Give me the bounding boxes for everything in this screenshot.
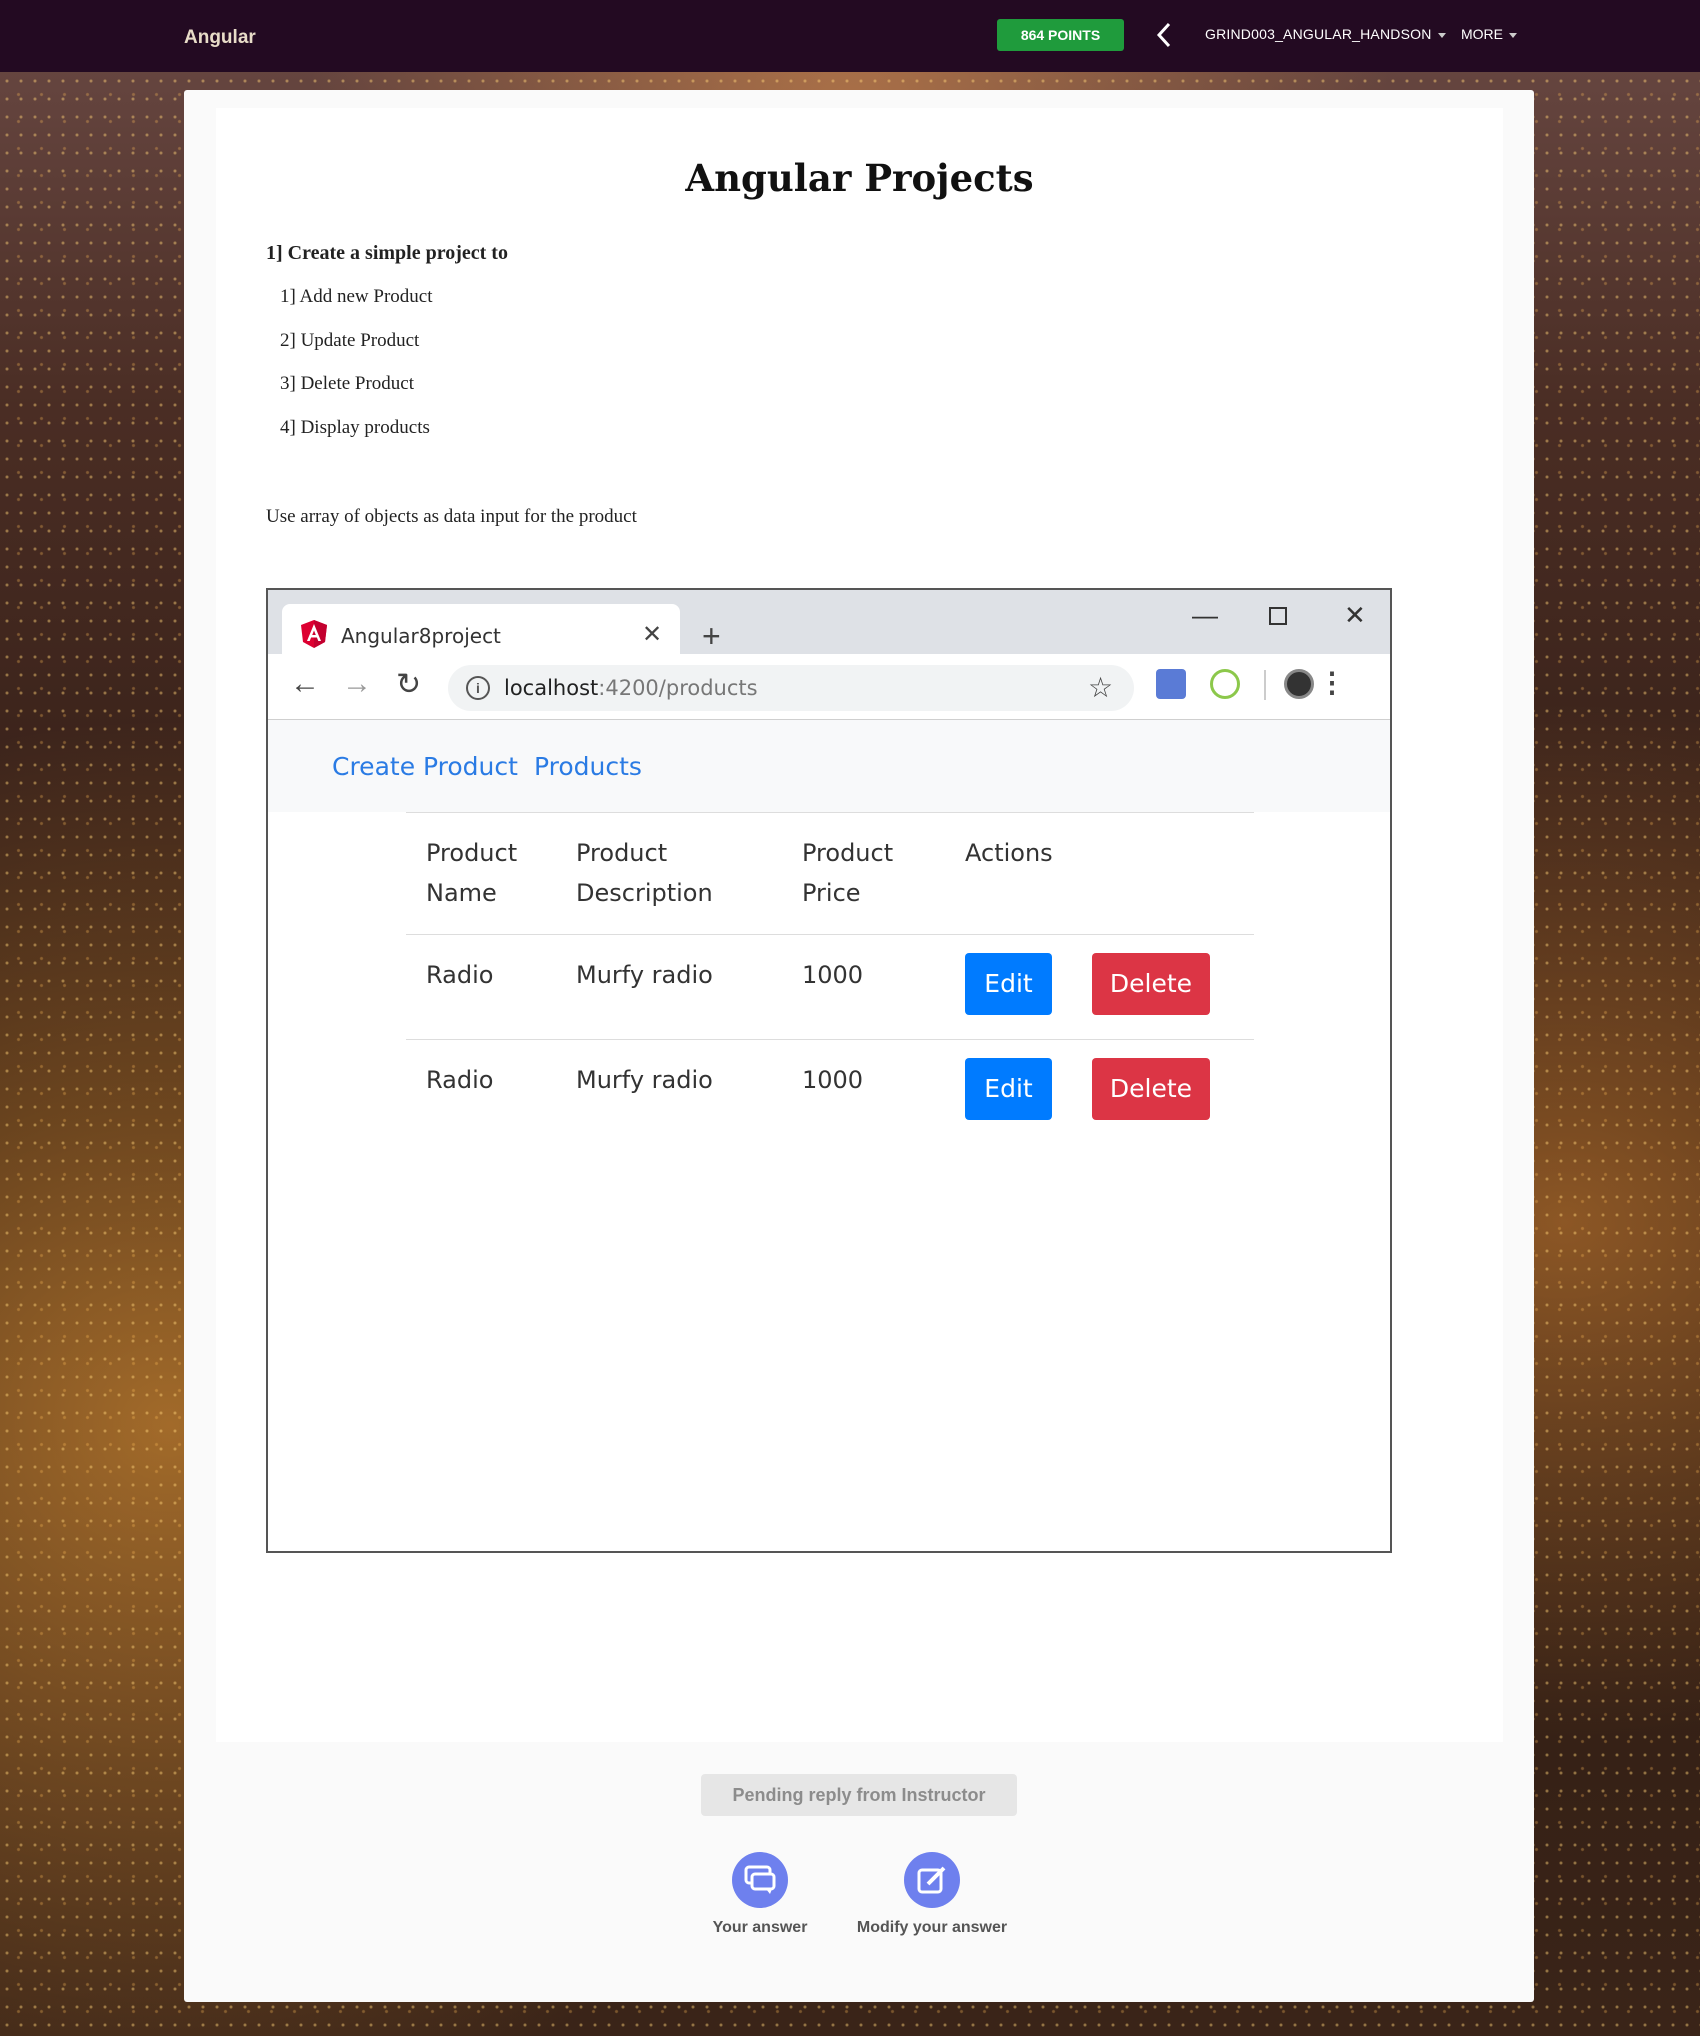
question-card: Angular Projects 1] Create a simple proj…	[184, 90, 1534, 2002]
products-link: Products	[534, 752, 642, 781]
more-menu[interactable]: MORE	[1461, 26, 1517, 42]
column-header: Actions	[965, 839, 1053, 867]
angular-logo-icon	[300, 619, 328, 649]
more-menu-label: MORE	[1461, 26, 1503, 42]
product-price-cell: 1000	[802, 1066, 864, 1094]
arrow-right-icon: →	[342, 667, 372, 700]
product-price-cell: 1000	[802, 961, 864, 989]
url-path: :4200/products	[598, 676, 758, 700]
reload-icon: ↻	[396, 668, 422, 701]
arrow-left-icon: ←	[290, 667, 320, 700]
toolbar-divider	[1264, 670, 1266, 700]
edit-pencil-icon	[917, 1866, 946, 1894]
points-badge[interactable]: 864 POINTS	[997, 19, 1124, 51]
chat-bubbles-icon	[744, 1865, 776, 1894]
modify-answer-label[interactable]: Modify your answer	[852, 1919, 1012, 1937]
your-answer-label[interactable]: Your answer	[690, 1919, 830, 1937]
product-description-cell: Murfy radio	[576, 961, 713, 989]
minimize-icon: —	[1192, 600, 1218, 630]
info-icon: i	[466, 676, 490, 700]
plus-icon: +	[702, 618, 721, 654]
browser-screenshot: Angular8project ✕ + — ✕ ← → ↻ i localhos…	[266, 588, 1392, 1553]
nodejs-extension-icon	[1210, 669, 1240, 699]
pending-status-button[interactable]: Pending reply from Instructor	[701, 1774, 1017, 1816]
browser-tab-strip: Angular8project ✕ + — ✕ ← → ↻ i localhos…	[268, 590, 1390, 720]
table-header-row: Product Name Product Description Product Pr…	[406, 813, 1254, 935]
question-note: Use array of objects as data input for t…	[266, 506, 637, 527]
url-host: localhost	[504, 676, 599, 700]
extension-icon	[1156, 669, 1186, 699]
question-item: 1] Add new Product	[280, 286, 433, 307]
edit-button: Edit	[965, 953, 1052, 1015]
url-bar: i localhost:4200/products ☆	[448, 665, 1134, 711]
delete-button: Delete	[1092, 953, 1210, 1015]
your-answer-button[interactable]	[732, 1852, 788, 1908]
column-header: Product Name	[426, 839, 518, 907]
product-name-cell: Radio	[426, 1066, 494, 1094]
maximize-icon	[1268, 602, 1288, 633]
caret-down-icon	[1437, 32, 1446, 38]
products-table: Product Name Product Description Product Pr…	[406, 812, 1254, 1145]
profile-avatar	[1284, 669, 1314, 699]
url-text: localhost:4200/products	[504, 676, 758, 700]
product-name-cell: Radio	[426, 961, 494, 989]
question-item: 3] Delete Product	[280, 373, 415, 394]
question-item: 2] Update Product	[280, 330, 420, 351]
actions-cell: Edit Delete	[965, 935, 1254, 1040]
close-icon: ✕	[642, 621, 663, 648]
edit-button: Edit	[965, 1058, 1052, 1120]
close-icon: ✕	[1344, 600, 1366, 630]
user-menu-label: GRIND003_ANGULAR_HANDSON	[1205, 26, 1432, 42]
caret-down-icon	[1509, 32, 1517, 38]
question-title: Angular Projects	[685, 156, 1034, 200]
star-icon: ☆	[1088, 672, 1114, 703]
table-row: Radio Murfy radio 1000 Edit Delete	[406, 934, 1254, 1040]
actions-cell: Edit Delete	[965, 1040, 1254, 1145]
chevron-left-icon[interactable]	[1152, 20, 1176, 50]
top-navbar: Angular 864 POINTS GRIND003_ANGULAR_HAND…	[0, 0, 1700, 72]
question-item: 4] Display products	[280, 417, 430, 438]
column-header: Product Price	[802, 839, 894, 907]
product-description-cell: Murfy radio	[576, 1066, 713, 1094]
create-product-link: Create Product	[332, 752, 518, 781]
question-body: Angular Projects 1] Create a simple proj…	[216, 108, 1503, 1742]
question-heading: 1] Create a simple project to	[266, 242, 508, 264]
address-bar-row: ← → ↻ i localhost:4200/products ☆ ⋮	[268, 654, 1390, 720]
app-navbar: Create Product Products	[268, 720, 1390, 812]
tab-title: Angular8project	[341, 624, 501, 648]
table-row: Radio Murfy radio 1000 Edit Delete	[406, 1039, 1254, 1145]
user-menu[interactable]: GRIND003_ANGULAR_HANDSON	[1205, 26, 1446, 42]
kebab-menu-icon: ⋮	[1318, 667, 1346, 698]
brand-link[interactable]: Angular	[184, 27, 256, 49]
column-header: Product Description	[576, 839, 713, 907]
modify-answer-button[interactable]	[904, 1852, 960, 1908]
delete-button: Delete	[1092, 1058, 1210, 1120]
